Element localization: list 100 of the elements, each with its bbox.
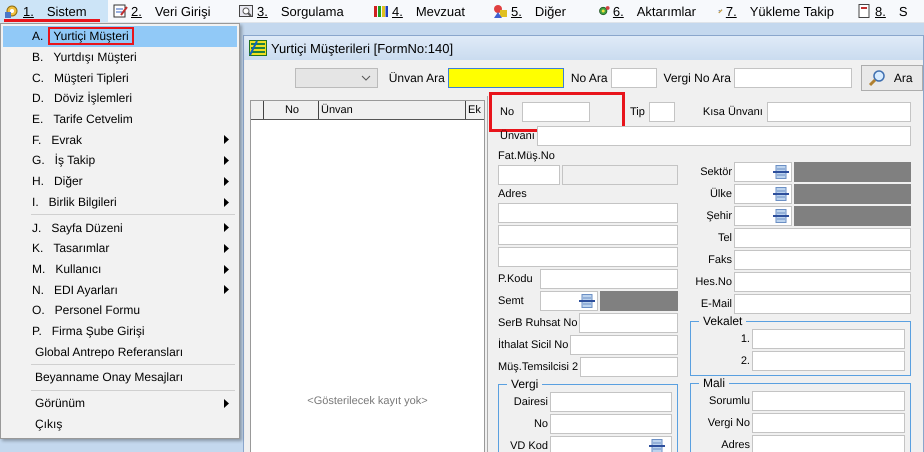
field-label: VD Kod (509, 440, 548, 452)
list-icon[interactable] (773, 209, 789, 223)
field-label: Müş.Temsilcisi 2 (498, 361, 578, 373)
input-field[interactable] (498, 247, 678, 267)
field-label: No (532, 418, 548, 430)
app-icon (249, 40, 267, 56)
input-field[interactable] (498, 203, 678, 223)
lookup-field[interactable] (734, 162, 792, 182)
window-title: Yurtiçi Müşterileri [FormNo:140] (271, 40, 454, 56)
menu-item[interactable]: H. Diğer (3, 170, 237, 192)
input-field[interactable] (522, 102, 590, 122)
field-label: Ünvan Ara (388, 71, 445, 85)
input-field[interactable] (579, 313, 678, 333)
menu-item[interactable]: I. Birlik Bilgileri (3, 192, 237, 212)
field-label: Sektör (699, 166, 732, 178)
books-icon (373, 3, 389, 19)
input-field[interactable] (550, 414, 672, 434)
field-label: Kısa Ünvanı (702, 106, 763, 118)
menu-item[interactable]: Çıkış (3, 413, 237, 434)
input-field[interactable] (752, 329, 905, 349)
field-label: Vergi No Ara (664, 71, 731, 85)
menu-item[interactable]: C. Müşteri Tipleri (3, 67, 237, 88)
input-field[interactable] (734, 294, 911, 314)
input-field[interactable] (734, 228, 911, 248)
menu-item[interactable]: B. Yurtdışı Müşteri (3, 46, 237, 68)
menu-item[interactable]: D. Döviz İşlemleri (3, 88, 237, 109)
menu-item[interactable]: J. Sayfa Düzeni (3, 217, 237, 238)
field-label: Tel (716, 232, 732, 244)
input-field[interactable] (540, 269, 678, 289)
menu-bar-item[interactable]: 6. Aktarımlar (594, 0, 714, 22)
input-field[interactable] (752, 413, 905, 433)
field-label: Şehir (705, 210, 732, 222)
list-icon[interactable] (649, 439, 665, 452)
field-label: P.Kodu (498, 273, 534, 285)
search-field[interactable] (448, 68, 564, 88)
field-label: Vergi No (706, 417, 750, 429)
field-label: İthalat Sicil No (498, 339, 568, 351)
input-field[interactable] (580, 357, 678, 377)
menu-bar-item[interactable]: 4. Mevzuat (369, 0, 488, 22)
menu-item[interactable]: G. İş Takip (3, 150, 237, 171)
field-label: Hes.No (694, 276, 732, 288)
menu-item[interactable]: A. Yurtiçi Müşteri (3, 26, 237, 47)
search-field[interactable] (734, 68, 852, 88)
menu-bar-item[interactable]: 8. S (852, 0, 924, 22)
menu-item[interactable]: K. Tasarımlar (3, 238, 237, 259)
group-title: Mali (699, 376, 730, 390)
menu-item[interactable]: N. EDI Ayarları (3, 279, 237, 300)
menu-item[interactable]: Global Antrepo Referansları (3, 341, 237, 362)
empty-message: <Gösterilecek kayıt yok> (307, 395, 428, 407)
input-field[interactable] (550, 392, 672, 412)
input-field[interactable] (752, 351, 905, 371)
list-icon[interactable] (579, 294, 595, 308)
field-label: Ülke (708, 188, 732, 200)
menu-item[interactable]: Görünüm (3, 392, 237, 414)
document-icon (856, 3, 872, 19)
search-field[interactable] (610, 68, 656, 88)
menu-item[interactable]: Beyanname Onay Mesajları (3, 367, 237, 388)
menu-item[interactable]: E. Tarife Cetvelim (3, 108, 237, 130)
field-label: Adres (720, 439, 750, 451)
field-label: Adres (498, 187, 528, 201)
input-field[interactable] (498, 165, 560, 185)
column-header[interactable]: No (264, 101, 319, 119)
input-field[interactable] (536, 126, 911, 146)
group-title: Vekalet (699, 314, 746, 328)
field-label: E-Mail (700, 298, 732, 310)
menu-item[interactable]: O. Personel Formu (3, 300, 237, 321)
menu-item[interactable]: M. Kullanıcı (3, 258, 237, 280)
window-icon (238, 3, 254, 19)
input-field[interactable] (570, 335, 678, 355)
input-field[interactable] (752, 435, 905, 452)
menu-bar-item[interactable]: 7. Yükleme Takip (714, 0, 852, 22)
input-field[interactable] (752, 391, 905, 411)
field-label: Ünvanı (500, 130, 535, 142)
gear-icon (4, 3, 20, 19)
field-label: No Ara (570, 71, 608, 85)
lookup-field[interactable] (540, 291, 598, 311)
input-field[interactable] (498, 225, 678, 245)
search-button[interactable]: Ara (860, 65, 923, 91)
menu-item[interactable]: P. Firma Şube Girişi (3, 320, 237, 342)
menu-bar-item[interactable]: 1. Sistem (0, 0, 108, 22)
menu-bar-item[interactable]: 2. Veri Girişi (108, 0, 234, 22)
list-icon[interactable] (773, 165, 789, 179)
list-icon[interactable] (773, 187, 789, 201)
menu-bar-item[interactable]: 3. Sorgulama (234, 0, 369, 22)
field-label: Fat.Müş.No (498, 149, 556, 163)
lookup-field[interactable] (734, 184, 792, 204)
lookup-field[interactable] (550, 436, 672, 452)
input-field[interactable] (648, 102, 675, 122)
column-header[interactable]: Ek (466, 101, 484, 119)
field-label: SerB Ruhsat No (498, 317, 578, 329)
input-field[interactable] (766, 102, 911, 122)
field-label: Faks (707, 254, 732, 266)
input-field[interactable] (734, 272, 911, 292)
input-field[interactable] (734, 250, 911, 270)
column-header[interactable]: Ünvan (319, 101, 466, 119)
shapes-icon (492, 3, 508, 19)
search-icon (868, 69, 886, 87)
menu-bar-item[interactable]: 5. Diğer (488, 0, 594, 22)
lookup-field[interactable] (734, 206, 792, 226)
menu-item[interactable]: F. Evrak (3, 129, 237, 150)
